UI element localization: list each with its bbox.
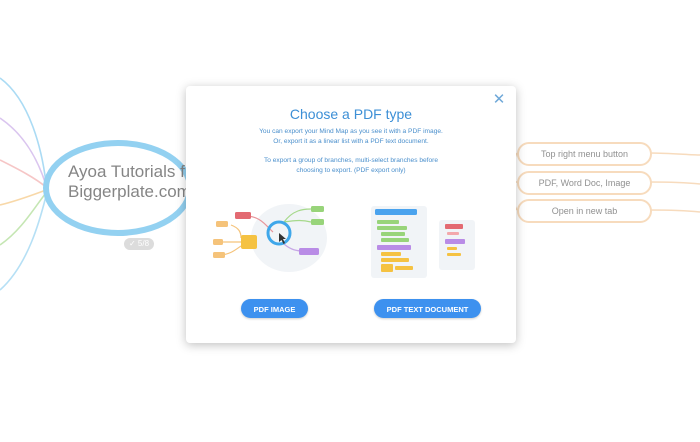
dialog-description-line4: choosing to export. (PDF export only) xyxy=(296,167,406,174)
pdf-type-dialog: ✕ Choose a PDF type You can export your … xyxy=(186,86,516,343)
dialog-description-line2: Or, export it as a linear list with a PD… xyxy=(273,138,429,145)
dialog-title: Choose a PDF type xyxy=(289,106,413,122)
dialog-description-line3: To export a group of branches, multi-sel… xyxy=(263,157,439,164)
pdf-text-illustration xyxy=(371,206,475,278)
pdf-image-button[interactable]: PDF IMAGE xyxy=(241,299,308,318)
pdf-image-illustration xyxy=(213,204,327,272)
dialog-description-line1: You can export your Mind Map as you see … xyxy=(259,128,443,135)
close-icon[interactable]: ✕ xyxy=(492,92,506,107)
pdf-text-document-button[interactable]: PDF TEXT DOCUMENT xyxy=(374,299,481,318)
